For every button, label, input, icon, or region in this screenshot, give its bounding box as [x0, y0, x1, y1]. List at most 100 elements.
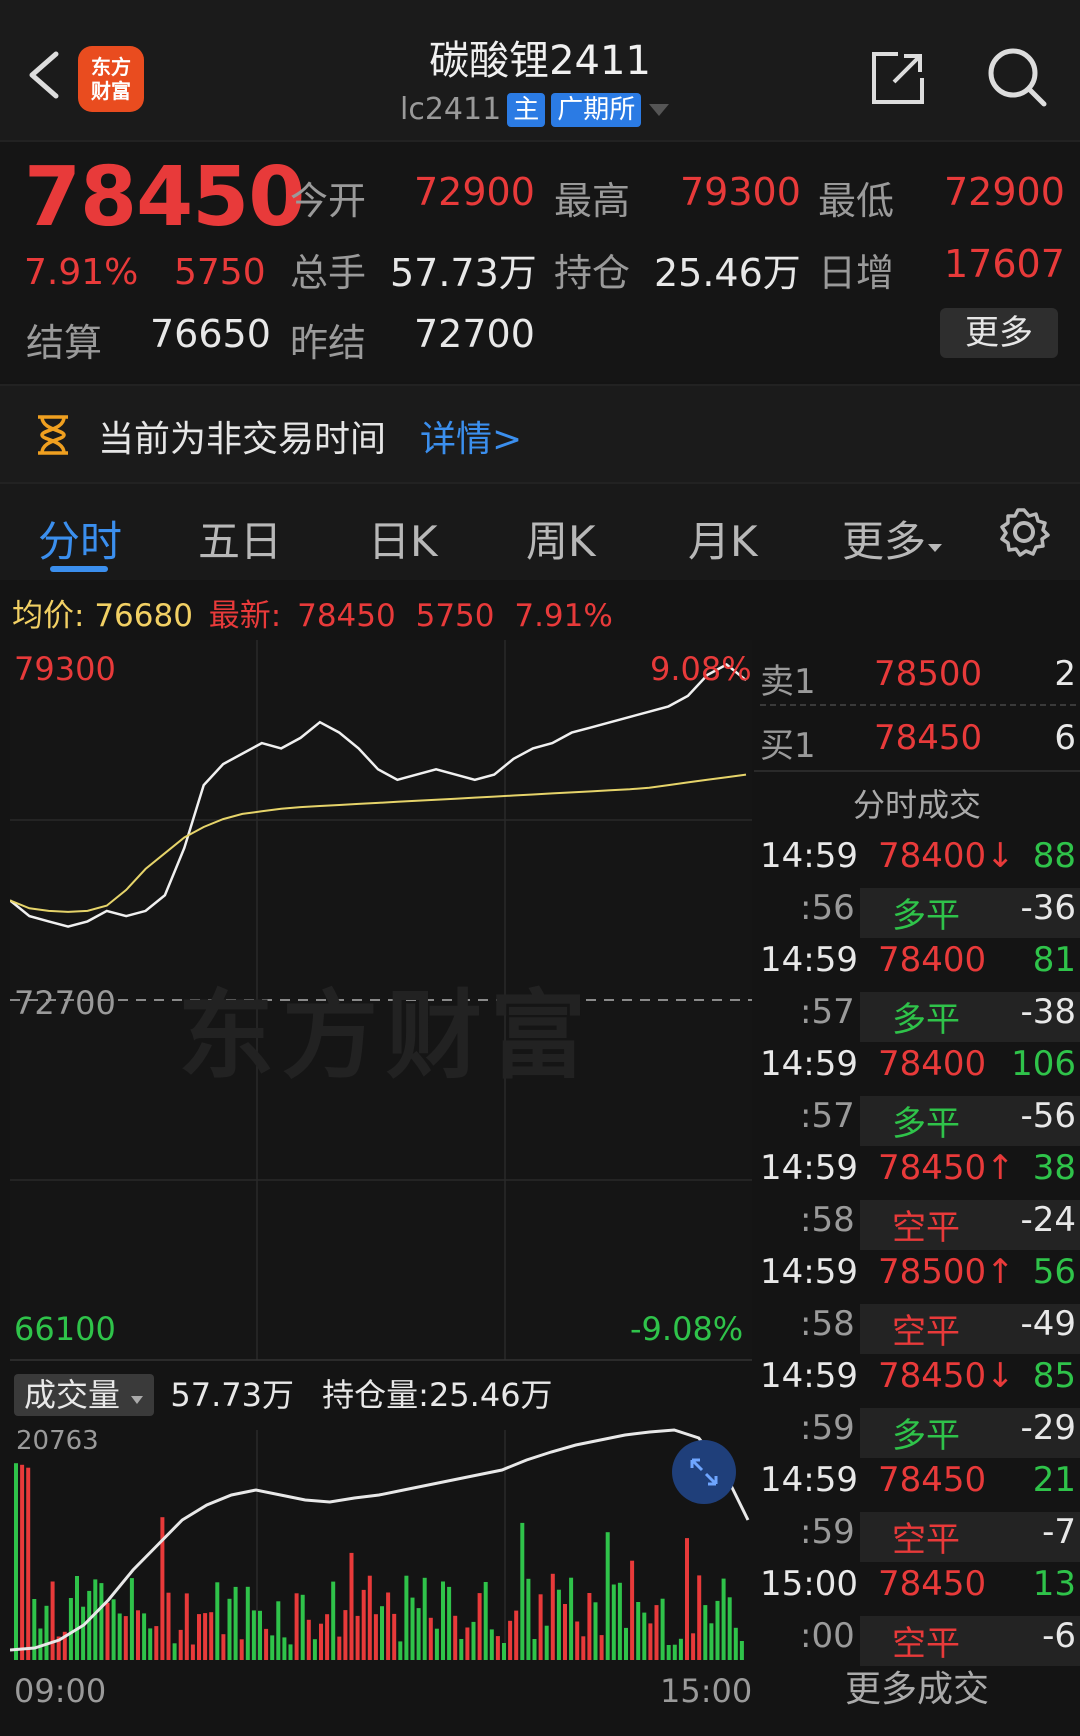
volume-bar: [190, 1644, 195, 1660]
oi-change-label: 日增: [818, 251, 895, 295]
tick-type: 空平: [892, 1520, 960, 1560]
tick-sub-time: :00: [800, 1616, 855, 1656]
volume-bar: [434, 1628, 439, 1660]
tab-daily-k[interactable]: 日K: [368, 508, 438, 569]
volume-bar: [288, 1644, 293, 1660]
volume-bar: [508, 1620, 513, 1660]
low-value: 72900: [944, 170, 1065, 214]
volume-indicator-select[interactable]: 成交量: [14, 1374, 155, 1416]
volume-bars-group: [14, 1463, 744, 1660]
volume-bar: [587, 1593, 592, 1660]
tick-sub-row: :59 空平 -7: [754, 1512, 1080, 1562]
volume-bar: [709, 1623, 714, 1660]
volume-bar: [300, 1594, 305, 1660]
hourglass-icon: [38, 415, 68, 455]
volume-bar: [471, 1621, 476, 1660]
tab-weekly-k[interactable]: 周K: [526, 508, 596, 569]
low-label: 最低: [818, 179, 895, 223]
tick-type: 空平: [892, 1624, 960, 1664]
high-label: 最高: [554, 179, 631, 223]
book-separator: [754, 770, 1080, 772]
tab-monthly-k[interactable]: 月K: [688, 508, 758, 569]
volume-bar: [617, 1582, 622, 1660]
tick-sub-row: :58 空平 -24: [754, 1200, 1080, 1250]
volume-bar: [44, 1605, 49, 1660]
gear-icon[interactable]: [998, 506, 1050, 558]
volume-bar: [306, 1619, 311, 1660]
tick-volume: 106: [1011, 1044, 1076, 1084]
volume-bar: [642, 1612, 647, 1660]
tick-price: 78450: [878, 1564, 987, 1604]
tick-price: 78400: [878, 1044, 987, 1084]
exchange-tag: 广期所: [551, 92, 642, 127]
contract-code-selector[interactable]: lc2411 主 广期所: [400, 92, 671, 127]
volume-bar: [514, 1610, 519, 1660]
expand-chart-button[interactable]: [672, 1440, 736, 1504]
volume-bar: [172, 1643, 177, 1660]
volume-bar: [526, 1578, 531, 1660]
tick-volume: 38: [1032, 1148, 1076, 1188]
change-value: 5750: [174, 252, 266, 293]
tick-volume: 85: [1032, 1356, 1076, 1396]
latest-value: 78450: [297, 598, 396, 634]
vol-max-label: 20763: [16, 1426, 99, 1456]
volume-bar: [270, 1635, 275, 1660]
volume-bar: [26, 1467, 31, 1660]
tick-time: 14:59: [760, 1460, 858, 1500]
tick-type: 多平: [892, 1416, 960, 1456]
volume-bar: [239, 1639, 244, 1660]
active-tab-indicator: [50, 566, 108, 572]
volume-bar: [148, 1628, 153, 1660]
main-contract-tag: 主: [507, 92, 546, 127]
oi-change-value: 17607: [944, 242, 1065, 286]
tick-type: 空平: [892, 1208, 960, 1248]
ask-label: 卖1: [760, 662, 816, 702]
volume-bar: [105, 1602, 110, 1660]
book-divider: [760, 704, 1076, 706]
volume-bar: [129, 1578, 134, 1660]
volume-bar: [727, 1597, 732, 1660]
volume-bar: [319, 1623, 323, 1660]
volume-bar: [68, 1598, 73, 1660]
latest-change: 5750: [415, 598, 495, 634]
volume-bar: [355, 1615, 360, 1660]
tick-oi-change: -56: [1020, 1096, 1076, 1136]
volume-bar: [410, 1597, 415, 1660]
prev-settle-value: 72700: [414, 312, 535, 356]
volume-bar: [276, 1601, 281, 1660]
tab-five-day[interactable]: 五日: [198, 508, 282, 569]
volume-bar: [166, 1592, 171, 1660]
tab-more[interactable]: 更多: [842, 508, 944, 569]
volume-bar: [184, 1593, 189, 1660]
ask-price: 78500: [874, 654, 983, 694]
volume-bar: [325, 1614, 330, 1660]
tick-oi-change: -49: [1020, 1304, 1076, 1344]
intraday-chart[interactable]: 东方财富 79300 9.08% 72700 66100 -9.08% 2076…: [9, 640, 752, 1710]
volume-bar: [477, 1593, 482, 1660]
y-mid-label: 72700: [14, 984, 116, 1022]
y-min-label: 66100: [14, 1310, 116, 1348]
tick-oi-change: -38: [1020, 992, 1076, 1032]
volume-bar: [483, 1582, 488, 1660]
volume-bar: [495, 1636, 500, 1660]
tick-volume: 21: [1032, 1460, 1076, 1500]
chart-tabs: 分时 五日 日K 周K 月K 更多: [0, 484, 1080, 580]
tab-intraday[interactable]: 分时: [38, 508, 122, 569]
volume-bar: [404, 1575, 409, 1660]
volume-bar: [294, 1593, 299, 1660]
volume-bar: [251, 1610, 256, 1660]
share-icon[interactable]: [868, 48, 928, 108]
notice-detail-link[interactable]: 详情>: [420, 410, 522, 462]
volume-total: 57.73万: [170, 1376, 294, 1414]
volume-bar: [380, 1606, 384, 1660]
tick-sub-row: :00 空平 -6: [754, 1616, 1080, 1666]
search-icon[interactable]: [984, 44, 1050, 110]
volume-bar: [14, 1463, 18, 1660]
settle-value: 76650: [150, 312, 271, 356]
more-quote-button[interactable]: 更多: [940, 308, 1058, 358]
volume-bar: [520, 1522, 525, 1660]
tick-sub-time: :58: [800, 1304, 855, 1344]
tick-row: 14:59 78450↓ 85: [754, 1356, 1080, 1406]
more-ticks-button[interactable]: 更多成交: [754, 1660, 1080, 1712]
tick-type: 空平: [892, 1312, 960, 1352]
